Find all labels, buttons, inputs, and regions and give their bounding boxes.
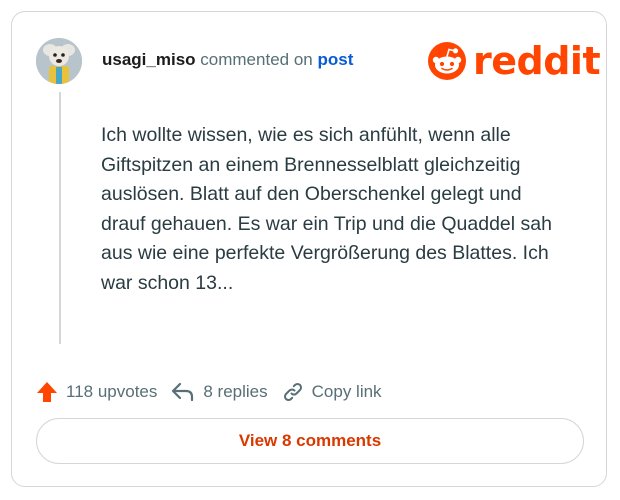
action-bar: 118 upvotes 8 replies Copy link [36,378,396,406]
copy-link-button[interactable]: Copy link [282,381,382,403]
reddit-wordmark: reddit [473,39,601,83]
comment-header: usagi_miso commented on post [102,50,353,70]
replies-count: 8 replies [203,382,268,401]
comment-body: Ich wollte wissen, wie es sich anfühlt, … [101,124,552,294]
view-comments-button[interactable]: View 8 comments [36,418,584,464]
author-username[interactable]: usagi_miso [102,50,196,69]
replies-button[interactable]: 8 replies [171,381,268,403]
reply-icon [172,382,194,402]
avatar[interactable] [36,38,82,84]
thread-line [59,92,61,344]
upvote-button[interactable]: 118 upvotes [36,381,157,403]
reddit-logo-icon [428,42,466,80]
upvote-icon [37,382,57,402]
reddit-logo: reddit [427,39,601,83]
post-link[interactable]: post [317,50,353,69]
link-icon [283,382,302,402]
action-text: commented on [200,50,313,69]
upvote-count: 118 upvotes [66,382,158,401]
copy-link-label: Copy link [311,382,382,401]
